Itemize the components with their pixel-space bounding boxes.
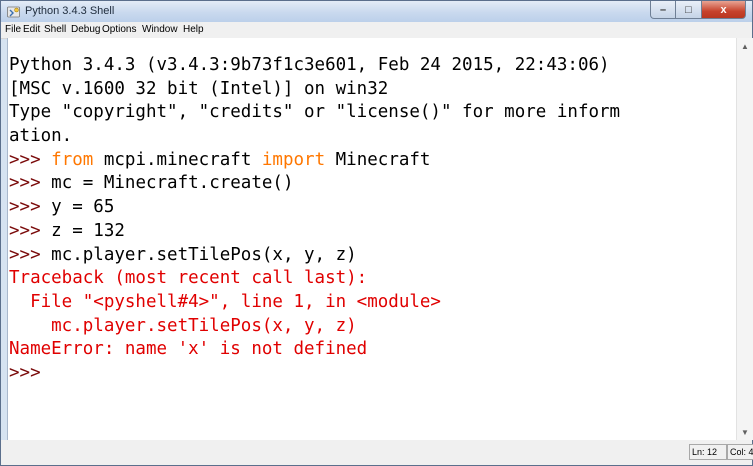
menu-help[interactable]: Help (183, 24, 204, 36)
shell-prompt: >>> (9, 149, 52, 170)
python-idle-icon (7, 6, 20, 18)
code-text: Python 3.4.3 (v3.4.3:9b73f1c3e601, Feb 2… (9, 55, 610, 75)
minimize-icon: – (659, 3, 667, 16)
error-text: File "<pyshell#4>", line 1, in <module> (9, 291, 441, 312)
close-button[interactable]: x (702, 1, 746, 19)
scroll-up-arrow-icon[interactable]: ▲ (737, 38, 753, 54)
code-text: mc = Minecraft.create() (51, 173, 294, 194)
shell-line: >>> mc.player.setTilePos(x, y, z) (9, 244, 620, 268)
code-text: import (261, 149, 326, 170)
shell-prompt: >>> (9, 197, 52, 218)
code-text: mc.player.setTilePos(x, y, z) (51, 244, 357, 265)
scroll-down-arrow-icon[interactable]: ▼ (737, 424, 753, 440)
shell-line: >>> y = 65 (9, 196, 620, 220)
code-text: mcpi.minecraft (93, 149, 262, 170)
window-controls: – □ x (650, 1, 746, 19)
shell-prompt: >>> (9, 220, 52, 241)
shell-line: NameError: name 'x' is not defined (9, 338, 620, 362)
shell-line: Traceback (most recent call last): (9, 267, 620, 291)
menu-debug[interactable]: Debug (71, 24, 100, 36)
shell-prompt: >>> (9, 173, 52, 194)
menu-options[interactable]: Options (102, 24, 136, 36)
title-bar[interactable]: Python 3.4.3 Shell – □ x (1, 1, 752, 22)
code-text: [MSC v.1600 32 bit (Intel)] on win32 (9, 78, 389, 99)
code-text: z = 132 (51, 220, 125, 241)
shell-output-area[interactable]: Python 3.4.3 (v3.4.3:9b73f1c3e601, Feb 2… (7, 38, 737, 440)
shell-line: >>> z = 132 (9, 220, 620, 244)
maximize-icon: □ (685, 3, 692, 16)
menu-edit[interactable]: Edit (23, 24, 40, 36)
status-column-number: Col: 4 (727, 444, 753, 460)
error-text: Traceback (most recent call last): (9, 268, 368, 289)
close-icon: x (720, 3, 727, 16)
maximize-button[interactable]: □ (676, 1, 702, 19)
code-text: y = 65 (51, 197, 115, 218)
shell-line: >>> (9, 362, 620, 386)
minimize-button[interactable]: – (650, 1, 676, 19)
idle-shell-window: Python 3.4.3 Shell – □ x File Edit Shell… (0, 0, 753, 466)
status-bar: Ln: 12 Col: 4 (1, 440, 753, 465)
status-line-number: Ln: 12 (689, 444, 727, 460)
shell-line: File "<pyshell#4>", line 1, in <module> (9, 291, 620, 315)
vertical-scrollbar[interactable]: ▲ ▼ (736, 38, 753, 440)
window-title: Python 3.4.3 Shell (25, 5, 115, 17)
shell-line: ation. (9, 125, 620, 149)
code-text: Type "copyright", "credits" or "license(… (9, 102, 621, 123)
shell-line: Type "copyright", "credits" or "license(… (9, 101, 620, 125)
code-text: Minecraft (325, 149, 431, 170)
error-text: mc.player.setTilePos(x, y, z) (9, 315, 357, 336)
menu-shell[interactable]: Shell (44, 24, 66, 36)
menu-bar: File Edit Shell Debug Options Window Hel… (1, 22, 752, 39)
shell-prompt: >>> (9, 244, 52, 265)
error-text: NameError: name 'x' is not defined (9, 339, 368, 360)
shell-line: >>> mc = Minecraft.create() (9, 172, 620, 196)
menu-window[interactable]: Window (142, 24, 178, 36)
shell-line: mc.player.setTilePos(x, y, z) (9, 315, 620, 339)
shell-lines: Python 3.4.3 (v3.4.3:9b73f1c3e601, Feb 2… (9, 54, 620, 386)
menu-file[interactable]: File (5, 24, 21, 36)
code-text: ation. (9, 126, 73, 147)
shell-line: >>> from mcpi.minecraft import Minecraft (9, 149, 620, 173)
shell-line: [MSC v.1600 32 bit (Intel)] on win32 (9, 78, 620, 102)
shell-prompt: >>> (9, 362, 52, 383)
shell-line: Python 3.4.3 (v3.4.3:9b73f1c3e601, Feb 2… (9, 54, 620, 78)
code-text: from (51, 149, 94, 170)
